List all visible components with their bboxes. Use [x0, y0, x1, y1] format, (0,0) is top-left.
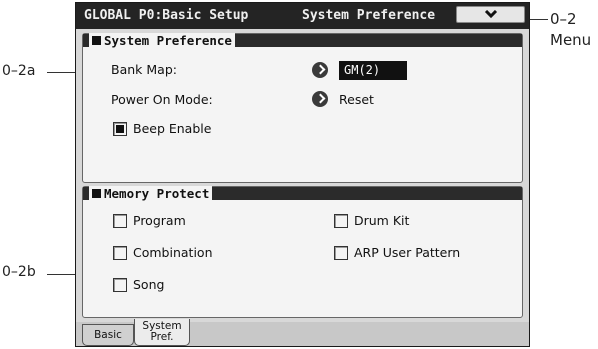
- tab-system-pref-line2: Pref.: [150, 331, 174, 343]
- combination-label: Combination: [133, 245, 213, 260]
- system-preference-panel: System Preference Bank Map: GM(2) Power …: [82, 33, 523, 183]
- song-checkbox[interactable]: [113, 278, 127, 292]
- system-preference-title: System Preference: [89, 33, 235, 48]
- combination-checkbox[interactable]: [113, 246, 127, 260]
- title-bar: GLOBAL P0:Basic Setup System Preference: [76, 3, 529, 29]
- arp-user-pattern-checkbox[interactable]: [334, 246, 348, 260]
- callout-menu-word: Menu: [550, 31, 592, 49]
- beep-enable-label: Beep Enable: [133, 121, 212, 136]
- chevron-down-icon: [484, 10, 497, 19]
- arp-user-pattern-label: ARP User Pattern: [354, 245, 461, 260]
- callout-a: 0–2a: [2, 63, 36, 79]
- lcd-screen: GLOBAL P0:Basic Setup System Preference …: [75, 2, 530, 347]
- memory-protect-title: Memory Protect: [89, 186, 213, 201]
- song-label: Song: [133, 277, 165, 292]
- drum-kit-checkbox[interactable]: [334, 214, 348, 228]
- tab-basic[interactable]: Basic: [82, 324, 134, 346]
- memory-protect-panel: Memory Protect Program Combination Song …: [82, 186, 523, 318]
- power-on-mode-label: Power On Mode:: [111, 92, 213, 107]
- memory-protect-header: Memory Protect: [83, 186, 522, 201]
- page-title: GLOBAL P0:Basic Setup: [84, 8, 249, 23]
- callout-menu-number: 0–2: [550, 10, 577, 28]
- bank-map-popup-button[interactable]: [312, 62, 328, 78]
- callout-menu-line: [528, 19, 548, 20]
- power-on-mode-value[interactable]: Reset: [339, 92, 374, 107]
- page-menu-button[interactable]: [456, 6, 525, 23]
- drum-kit-label: Drum Kit: [354, 213, 410, 228]
- system-preference-header: System Preference: [83, 33, 522, 48]
- program-label: Program: [133, 213, 186, 228]
- bank-map-label: Bank Map:: [111, 62, 177, 77]
- power-on-mode-popup-button[interactable]: [312, 91, 328, 107]
- page-tabs: Basic System Pref.: [76, 319, 529, 346]
- callout-b: 0–2b: [2, 264, 36, 280]
- tab-system-pref[interactable]: System Pref.: [134, 319, 190, 346]
- beep-enable-checkbox[interactable]: [113, 122, 127, 136]
- page-subtitle: System Preference: [302, 8, 436, 23]
- program-checkbox[interactable]: [113, 214, 127, 228]
- bank-map-value[interactable]: GM(2): [339, 61, 407, 80]
